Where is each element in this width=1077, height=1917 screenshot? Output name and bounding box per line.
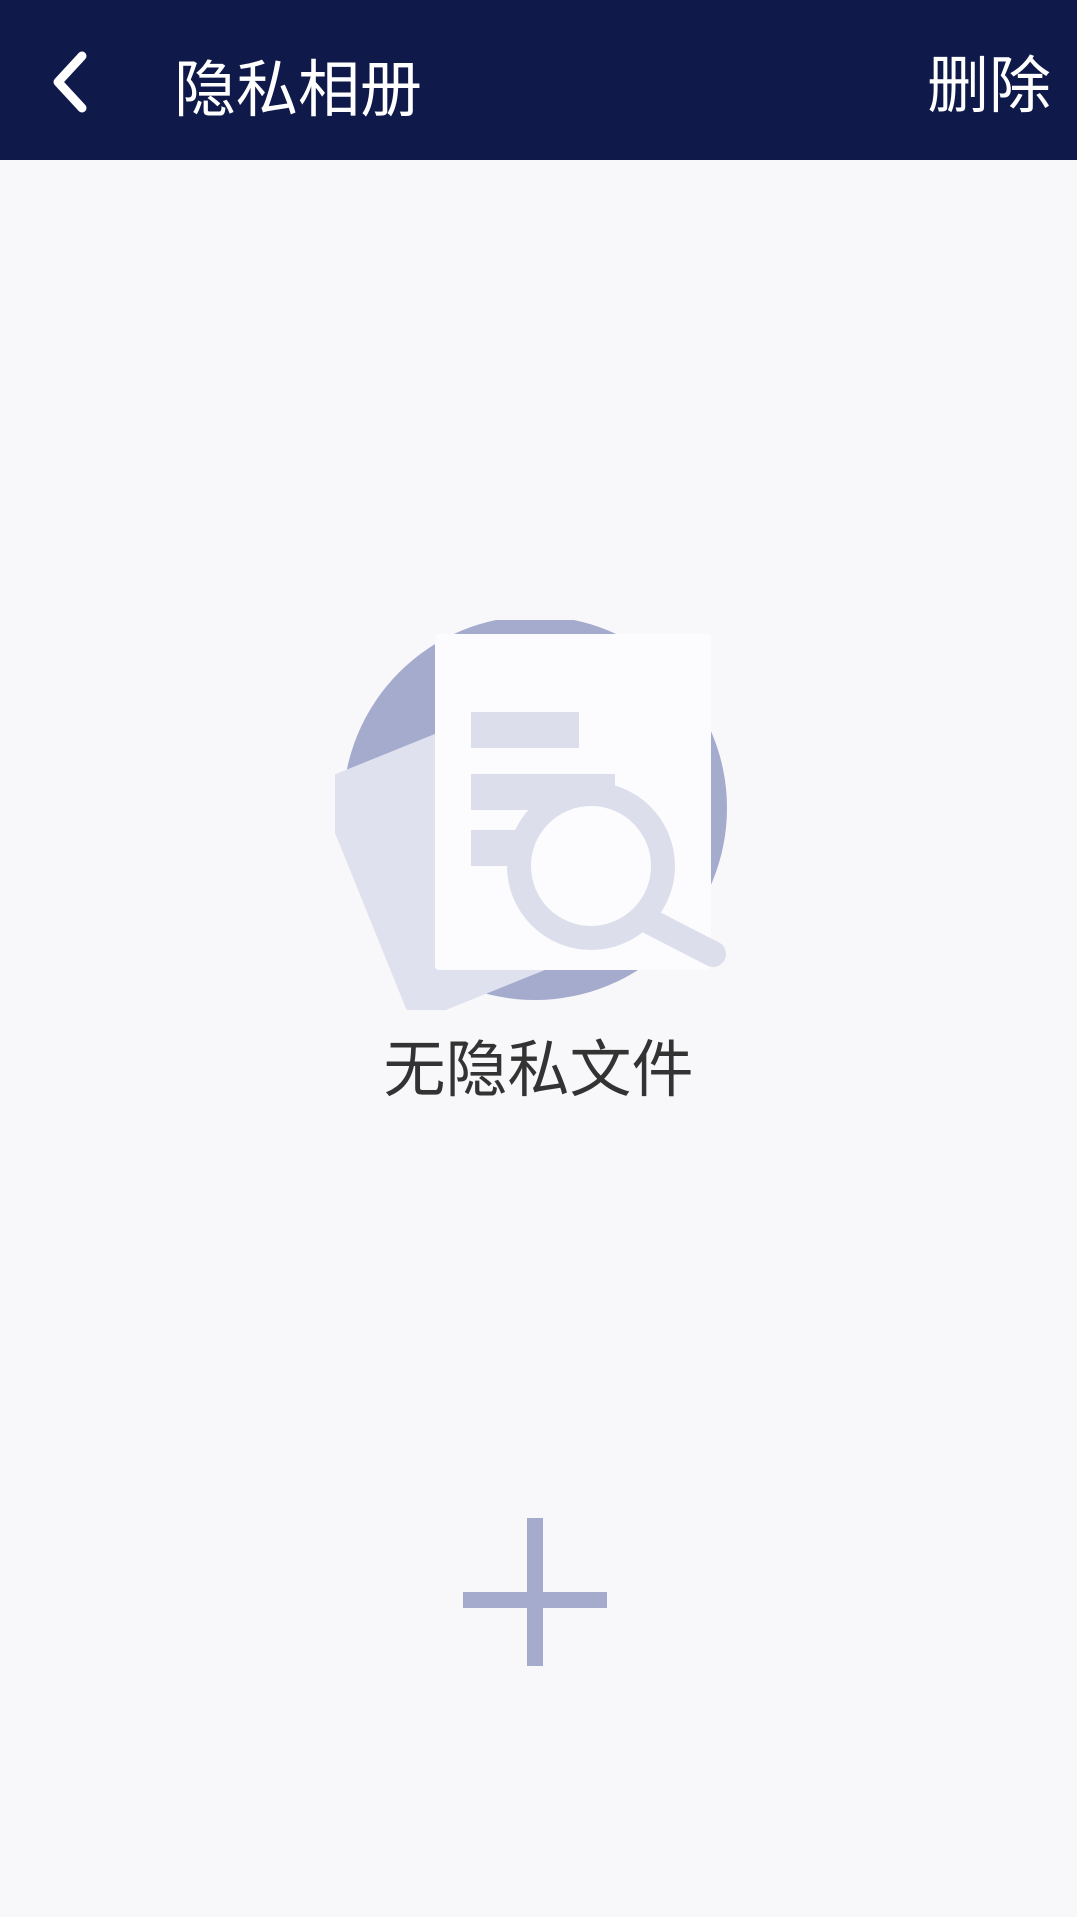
plus-icon bbox=[463, 1518, 607, 1666]
back-button[interactable] bbox=[40, 46, 110, 118]
page-title: 隐私相册 bbox=[174, 53, 423, 126]
add-button[interactable] bbox=[455, 1510, 615, 1670]
empty-state-message: 无隐私文件 bbox=[383, 1033, 694, 1106]
top-app-bar: 隐私相册 删除 bbox=[0, 0, 1077, 160]
delete-button[interactable]: 删除 bbox=[927, 50, 1051, 122]
chevron-left-icon bbox=[53, 51, 87, 113]
document-search-icon bbox=[335, 620, 727, 1010]
